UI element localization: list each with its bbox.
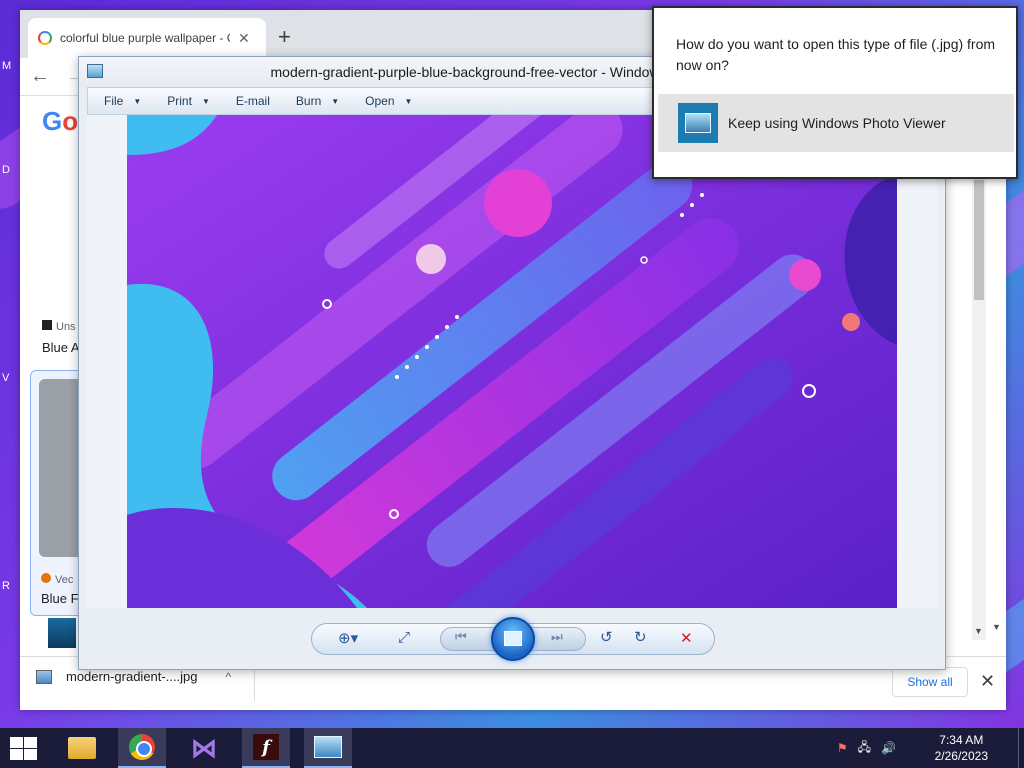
viewer-control-bar: ⊕▾ ⤢ ⏮ ⏭ ↺ ↻ ✕ [311,617,715,661]
clock[interactable]: 7:34 AM 2/26/2023 [935,732,988,764]
desktop-icon-label: R [2,580,10,592]
caret-down-icon: ▼ [201,96,210,106]
rotate-clockwise-icon[interactable]: ↻ [634,628,647,646]
slideshow-icon [504,631,522,646]
next-icon[interactable]: ⏭ [551,629,563,645]
volume-icon[interactable]: 🔊 [881,741,896,755]
actual-size-icon[interactable]: ⤢ [398,629,410,646]
photo-viewer-app-icon [678,103,718,143]
scroll-down-arrow-icon[interactable]: ▼ [974,626,983,636]
clock-date: 2/26/2023 [934,749,988,763]
divider [254,667,255,701]
taskbar-flash[interactable]: f [242,728,290,768]
visual-studio-icon: ⋈ [191,732,217,763]
flag-icon[interactable]: ⚑ [837,741,848,755]
folder-icon [68,737,96,759]
scrollbar-thumb[interactable] [974,180,984,300]
viewer-stage [87,115,937,608]
download-item[interactable]: modern-gradient-....jpg ^ [36,669,231,684]
result-source: Vec [41,573,73,586]
show-desktop-button[interactable] [1018,728,1024,768]
result-source: Uns [42,320,76,333]
zoom-icon[interactable]: ⊕▾ [338,629,358,647]
start-button[interactable] [8,736,38,760]
tab-close-icon[interactable]: ✕ [238,30,250,47]
google-favicon-icon [38,31,52,45]
gradient-artwork [127,115,897,608]
menu-open[interactable]: Open ▼ [349,94,422,108]
show-all-button[interactable]: Show all [892,667,968,697]
delete-icon[interactable]: ✕ [680,629,693,647]
flash-icon: f [253,734,279,760]
source-favicon-icon [41,573,51,583]
dialog-question: How do you want to open this type of fil… [676,36,996,73]
rotate-counterclockwise-icon[interactable]: ↺ [600,628,613,646]
windows-logo-icon [10,749,23,760]
caret-down-icon: ▼ [331,96,340,106]
slideshow-button[interactable] [491,617,535,661]
chevron-up-icon[interactable]: ^ [226,670,232,684]
desktop-icon-label: D [2,164,10,176]
photo-viewer-app-icon [87,64,103,78]
menu-burn[interactable]: Burn ▼ [280,94,349,108]
new-tab-button[interactable]: + [278,24,291,50]
image-file-icon [36,669,52,684]
tab-title: colorful blue purple wallpaper - Google … [60,31,230,45]
caret-down-icon: ▼ [133,96,142,106]
taskbar-chrome[interactable] [118,728,166,768]
taskbar-file-explorer[interactable] [58,728,106,768]
previous-icon[interactable]: ⏮ [455,629,467,645]
image-result-thumbnail[interactable] [48,618,76,648]
google-logo-o: o [62,106,79,136]
menu-file[interactable]: File ▼ [88,94,151,108]
menu-print[interactable]: Print ▼ [151,94,220,108]
close-downloads-icon[interactable]: ✕ [980,671,995,692]
taskbar-photo-viewer[interactable] [304,728,352,768]
keep-using-option[interactable]: Keep using Windows Photo Viewer [658,94,1014,152]
result-title[interactable]: Blue A [42,340,80,355]
back-button[interactable]: ← [30,65,50,88]
scroll-down-arrow-icon[interactable]: ▼ [992,622,1001,632]
windows-logo-icon [24,749,37,760]
option-label: Keep using Windows Photo Viewer [728,115,946,131]
google-logo-g: G [42,106,63,136]
caret-down-icon: ▼ [404,96,413,106]
photo-viewer-icon [314,736,342,758]
taskbar-visual-studio[interactable]: ⋈ [180,728,228,768]
desktop-icon-label: M [2,60,12,72]
displayed-image[interactable] [127,115,897,608]
desktop-icon-label: V [2,372,10,384]
windows-logo-icon [10,737,23,748]
open-with-dialog: How do you want to open this type of fil… [652,6,1018,179]
browser-tab[interactable]: colorful blue purple wallpaper - Google … [28,18,266,58]
page-scrollbar[interactable]: ▼ [972,170,986,640]
windows-logo-icon [24,737,37,748]
clock-time: 7:34 AM [939,733,984,747]
taskbar: ⋈ f ⚑ 🖧 🔊 7:34 AM 2/26/2023 [0,728,1024,768]
source-favicon-icon [42,320,52,330]
result-title[interactable]: Blue F [41,591,79,606]
network-icon[interactable]: 🖧 [858,738,871,759]
chrome-icon [129,734,155,760]
download-file-name: modern-gradient-....jpg [66,669,198,684]
menu-email[interactable]: E-mail [220,94,280,108]
google-logo[interactable]: Go [42,106,78,137]
